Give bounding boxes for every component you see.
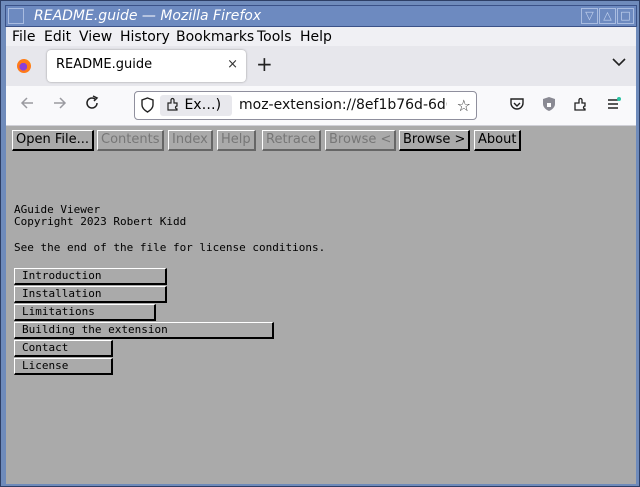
identity-label: Ex…) [184,97,222,113]
index-button[interactable]: Index [168,130,213,151]
bookmark-star-icon[interactable]: ☆ [457,96,471,115]
list-tabs-icon[interactable] [612,55,626,71]
new-tab-icon[interactable]: + [256,54,273,74]
window-titlebar[interactable]: README.guide — Mozilla Firefox ▽ △ □ [5,5,637,27]
link-contact[interactable]: Contact [14,340,113,357]
url-text[interactable]: moz-extension://8ef1b76d-6d6 [239,97,447,113]
menu-tools[interactable]: Tools [257,29,292,45]
menu-bookmarks[interactable]: Bookmarks [176,29,254,45]
browse-prev-button[interactable]: Browse < [325,130,397,151]
about-button[interactable]: About [474,130,522,151]
window-menu-button[interactable] [8,8,24,24]
link-installation[interactable]: Installation [14,286,167,303]
menu-history[interactable]: History [120,29,170,45]
url-bar[interactable]: Ex…) moz-extension://8ef1b76d-6d6 ☆ [134,91,477,120]
aguide-viewer-content: Open File... Contents Index Help Retrace… [6,126,636,484]
extensions-icon[interactable] [573,96,589,116]
maximize-icon[interactable]: △ [599,8,616,24]
tracking-shield-icon[interactable] [140,97,155,117]
browser-client: File Edit View History Bookmarks Tools H… [6,27,636,484]
tab-readme[interactable]: README.guide × [47,50,246,82]
menu-help[interactable]: Help [300,29,332,45]
firefox-view-icon[interactable] [17,59,31,73]
menu-view[interactable]: View [79,29,112,45]
tab-strip: README.guide × + [6,46,636,86]
help-button[interactable]: Help [217,130,256,151]
privacy-shield-icon[interactable] [541,96,557,116]
tab-close-icon[interactable]: × [227,57,238,72]
pocket-icon[interactable] [509,96,525,116]
link-limitations[interactable]: Limitations [14,304,156,321]
open-file-button[interactable]: Open File... [12,130,95,151]
minimize-icon[interactable]: ▽ [581,8,598,24]
forward-arrow-icon[interactable] [52,95,68,115]
back-arrow-icon[interactable] [19,95,35,115]
menubar: File Edit View History Bookmarks Tools H… [6,27,636,46]
menu-file-label[interactable]: File [12,29,35,45]
window-title: README.guide — Mozilla Firefox [34,8,262,24]
tab-title: README.guide [56,57,153,72]
browser-window: README.guide — Mozilla Firefox ▽ △ □ Fil… [0,0,640,487]
close-window-icon[interactable]: □ [617,8,634,24]
app-menu-icon[interactable] [606,96,622,116]
link-introduction[interactable]: Introduction [14,268,167,285]
nav-bar: Ex…) moz-extension://8ef1b76d-6d6 ☆ [6,86,636,126]
doc-license-note: See the end of the file for license cond… [14,241,326,254]
menu-edit[interactable]: Edit [44,29,71,45]
link-building-the-extension[interactable]: Building the extension [14,322,274,339]
doc-copyright-line: Copyright 2023 Robert Kidd [14,215,187,228]
browse-next-button[interactable]: Browse > [399,130,471,151]
retrace-button[interactable]: Retrace [262,130,322,151]
extension-identity-box[interactable]: Ex…) [160,95,232,116]
reload-icon[interactable] [84,95,100,115]
contents-button[interactable]: Contents [97,130,165,151]
link-license[interactable]: License [14,358,113,375]
